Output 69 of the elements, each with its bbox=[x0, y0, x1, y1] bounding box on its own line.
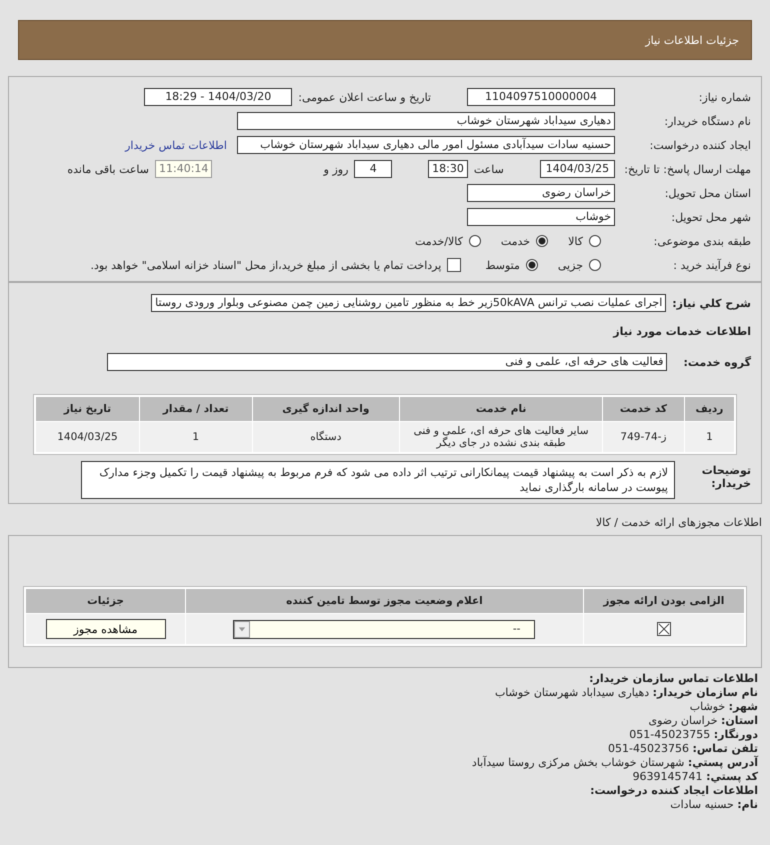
contact-line: استان: خراسان رضوی bbox=[647, 714, 758, 728]
contact-line: شهر: خوشاب bbox=[688, 700, 758, 714]
table-cell: ز-74-749 bbox=[603, 422, 684, 452]
field-label: ساعت bbox=[474, 162, 504, 176]
table-cell: 1404/03/25 bbox=[36, 422, 139, 452]
field-label: ایجاد کننده درخواست: bbox=[648, 138, 751, 152]
value-field: 1104097510000004 bbox=[467, 88, 615, 106]
option-label: کالا bbox=[568, 234, 583, 248]
dropdown-value: -- bbox=[512, 623, 522, 635]
checkbox[interactable] bbox=[447, 258, 462, 272]
table-cell: دستگاه bbox=[252, 422, 400, 452]
remaining-time-field: 11:40:14 bbox=[155, 160, 212, 178]
radio-button[interactable] bbox=[589, 235, 601, 247]
value-field: 4 bbox=[354, 160, 392, 178]
contact-heading: اطلاعات تماس سازمان خریدار: bbox=[588, 672, 758, 686]
field-label: توضیحات خریدار: bbox=[700, 464, 751, 490]
option-label: جزیی bbox=[558, 258, 583, 272]
radio-button[interactable] bbox=[468, 235, 481, 247]
view-permit-button[interactable]: مشاهده مجوز bbox=[46, 619, 166, 639]
field-label: ساعت باقی مانده bbox=[66, 162, 149, 176]
field-label: شماره نیاز: bbox=[698, 90, 751, 104]
value-field: 1404/03/25 bbox=[540, 160, 615, 178]
field-label: نام دستگاه خریدار: bbox=[663, 114, 751, 128]
value-field: فعالیت های حرفه ای، علمی و فنی bbox=[107, 353, 668, 371]
column-header: ردیف bbox=[684, 397, 734, 421]
option-label: خدمت bbox=[500, 234, 530, 248]
radio-button[interactable] bbox=[536, 235, 548, 247]
value-field: 1404/03/20 - 18:29 bbox=[144, 88, 292, 106]
value-field: دهیاری سیداباد شهرستان خوشاب bbox=[237, 112, 615, 130]
contact-heading: اطلاعات ایجاد کننده درخواست: bbox=[589, 784, 758, 798]
table-cell: سایر فعالیت های حرفه ای، علمی و فنی طبقه بندی نشده در جای دیگر bbox=[400, 422, 602, 452]
status-dropdown[interactable]: -- bbox=[233, 620, 536, 638]
value-field: حسنیه سادات سیدآبادی مسئول امور مالی دهیاری سیداباد شهرستان خوشاب bbox=[237, 136, 615, 154]
section-heading: اطلاعات خدمات مورد نیاز bbox=[612, 325, 751, 338]
field-label: شرح کلي نياز: bbox=[672, 296, 751, 310]
contact-line: نام: حسنیه سادات bbox=[669, 798, 758, 812]
option-label: پرداخت تمام یا بخشی از مبلغ خرید،از محل "اسناد خزانه اسلامی" خواهد بود. bbox=[90, 258, 442, 272]
column-header: اعلام وضعیت مجوز توسط تامین کننده bbox=[186, 589, 583, 613]
field-label: نوع فرآیند خرید : bbox=[672, 258, 751, 272]
column-header: واحد اندازه گیری bbox=[252, 397, 400, 421]
field-label: طبقه بندی موضوعی: bbox=[652, 234, 751, 248]
field-label: تاریخ و ساعت اعلان عمومی: bbox=[298, 90, 431, 104]
field-label: شهر محل تحویل: bbox=[670, 210, 751, 224]
value-field: خوشاب bbox=[467, 208, 615, 226]
buyer-contact-link[interactable]: اطلاعات تماس خریدار bbox=[125, 138, 227, 152]
table-cell: 1 bbox=[684, 422, 734, 452]
section-title: اطلاعات مجوزهای ارائه خدمت / کالا bbox=[594, 516, 762, 529]
field-label: استان محل تحویل: bbox=[664, 186, 751, 200]
contact-line: آدرس پستي: شهرستان خوشاب بخش مرکزی روستا سیدآباد bbox=[470, 756, 758, 770]
column-header: تعداد / مقدار bbox=[140, 397, 252, 421]
value-field: خراسان رضوی bbox=[467, 184, 615, 202]
column-header: کد خدمت bbox=[603, 397, 684, 421]
column-header: الزامی بودن ارائه مجوز bbox=[584, 589, 744, 613]
column-header: نام خدمت bbox=[400, 397, 602, 421]
page-title: جزئیات اطلاعات نیاز bbox=[645, 34, 739, 46]
option-label: متوسط bbox=[485, 258, 520, 272]
radio-button[interactable] bbox=[526, 259, 538, 271]
value-field: لازم به ذکر است به پیشنهاد قیمت پیمانکارانی ترتیب اثر داده می شود که فرم مربوط به پیشنهاد قیمت را تکمیل وجزء مدارک پیوست در سامانه بارگذاری نماید bbox=[81, 461, 675, 499]
radio-button[interactable] bbox=[589, 259, 601, 271]
option-label: کالا/خدمت bbox=[415, 234, 463, 248]
field-label: مهلت ارسال پاسخ: تا تاریخ: bbox=[623, 162, 751, 176]
field-label: گروه خدمت: bbox=[683, 356, 751, 368]
value-field: اجرای عملیات نصب ترانس 50kAVAزیر خط به منظور تامین روشنایی زمین چمن مصنوعی وبلوار ورودی روستا bbox=[151, 294, 666, 312]
table-cell: 1 bbox=[140, 422, 252, 452]
value-field: 18:30 bbox=[428, 160, 468, 178]
column-header: تاریخ نیاز bbox=[36, 397, 139, 421]
field-label: روز و bbox=[322, 162, 348, 176]
column-header: جزئیات bbox=[26, 589, 186, 613]
contact-line: نام سازمان خریدار: دهیاری سیداباد شهرستان خوشاب bbox=[494, 686, 758, 700]
